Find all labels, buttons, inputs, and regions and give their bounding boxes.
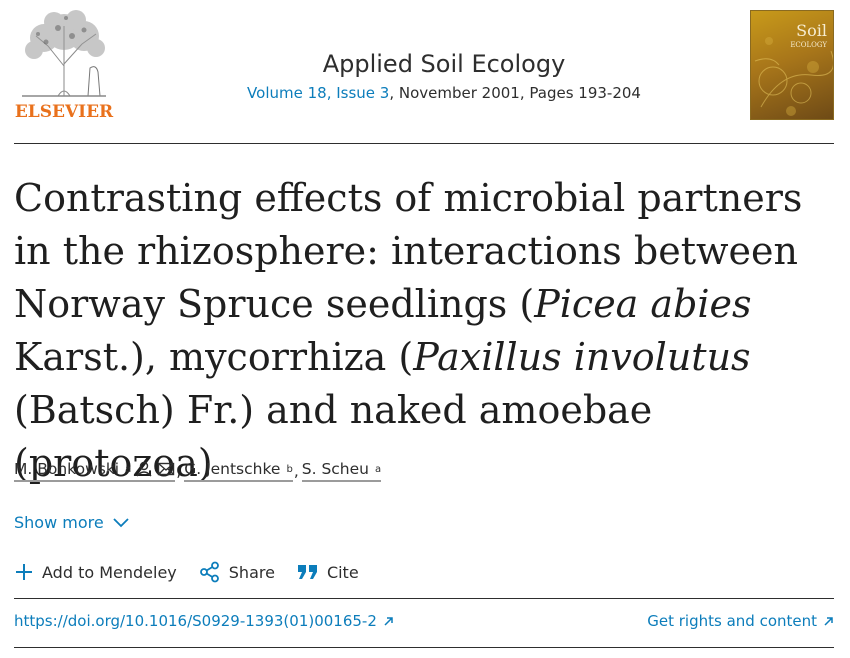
- add-to-mendeley-button[interactable]: Add to Mendeley: [14, 562, 177, 582]
- author-separator: ,: [176, 462, 182, 480]
- share-icon: [199, 561, 219, 583]
- footer-divider: [14, 647, 834, 648]
- elsevier-tree-icon: [22, 10, 106, 97]
- volume-issue-link[interactable]: Volume 18, Issue 3: [247, 84, 389, 102]
- date-pages: , November 2001, Pages 193-204: [389, 84, 641, 102]
- title-species1: Picea abies: [534, 282, 752, 326]
- journal-header: ELSEVIER Applied Soil Ecology Volume 18,…: [14, 0, 834, 143]
- doi-text: https://doi.org/10.1016/S0929-1393(01)00…: [14, 612, 377, 630]
- affiliation-marker: a: [125, 463, 132, 475]
- author-scheu[interactable]: S. Scheu a: [301, 460, 382, 482]
- cite-label: Cite: [326, 562, 359, 582]
- show-more-button[interactable]: Show more: [14, 513, 130, 532]
- author-name: S. Scheu: [301, 460, 369, 478]
- journal-cover[interactable]: Soil ECOLOGY: [750, 10, 834, 120]
- share-label: Share: [228, 562, 275, 582]
- affiliation-marker: b: [286, 463, 293, 475]
- author-name: M. Bonkowski: [14, 460, 120, 478]
- cite-button[interactable]: Cite: [297, 563, 359, 582]
- author-bonkowski[interactable]: M. Bonkowski a: [14, 460, 176, 482]
- title-part2: Karst.), mycorrhiza (: [14, 335, 414, 379]
- journal-info: Applied Soil Ecology Volume 18, Issue 3,…: [194, 48, 694, 102]
- article-actions: Add to Mendeley Share Cite: [14, 561, 381, 583]
- actions-divider: [14, 598, 834, 599]
- rights-link[interactable]: Get rights and content: [647, 612, 834, 630]
- email-icon: [158, 462, 175, 476]
- rights-text: Get rights and content: [647, 612, 817, 630]
- publisher-name: ELSEVIER: [14, 102, 114, 122]
- external-link-icon: [824, 616, 833, 626]
- share-button[interactable]: Share: [199, 561, 275, 583]
- author-list: M. Bonkowski a , G. Jentschke b , S. Scheu…: [14, 460, 382, 482]
- issue-info: Volume 18, Issue 3, November 2001, Pages…: [194, 84, 694, 102]
- header-divider: [14, 143, 834, 144]
- title-species2: Paxillus involutus: [413, 335, 751, 379]
- affiliation-marker: a: [375, 463, 382, 475]
- mendeley-label: Add to Mendeley: [42, 562, 177, 582]
- author-separator: ,: [293, 462, 299, 480]
- quote-icon: [297, 565, 317, 579]
- plus-icon: [16, 564, 32, 580]
- show-more-label: Show more: [14, 513, 104, 532]
- author-name: G. Jentschke: [184, 460, 281, 478]
- cover-title: Soil ECOLOGY: [790, 23, 827, 53]
- author-jentschke[interactable]: G. Jentschke b: [184, 460, 293, 482]
- person-icon: [136, 461, 152, 477]
- journal-title[interactable]: Applied Soil Ecology: [194, 48, 694, 80]
- elsevier-logo[interactable]: ELSEVIER: [14, 6, 114, 122]
- chevron-down-icon: [113, 517, 129, 527]
- cover-title-line2: ECOLOGY: [790, 41, 827, 49]
- article-title: Contrasting effects of microbial partner…: [14, 172, 834, 490]
- doi-link[interactable]: https://doi.org/10.1016/S0929-1393(01)00…: [14, 612, 394, 630]
- external-link-icon: [384, 616, 393, 626]
